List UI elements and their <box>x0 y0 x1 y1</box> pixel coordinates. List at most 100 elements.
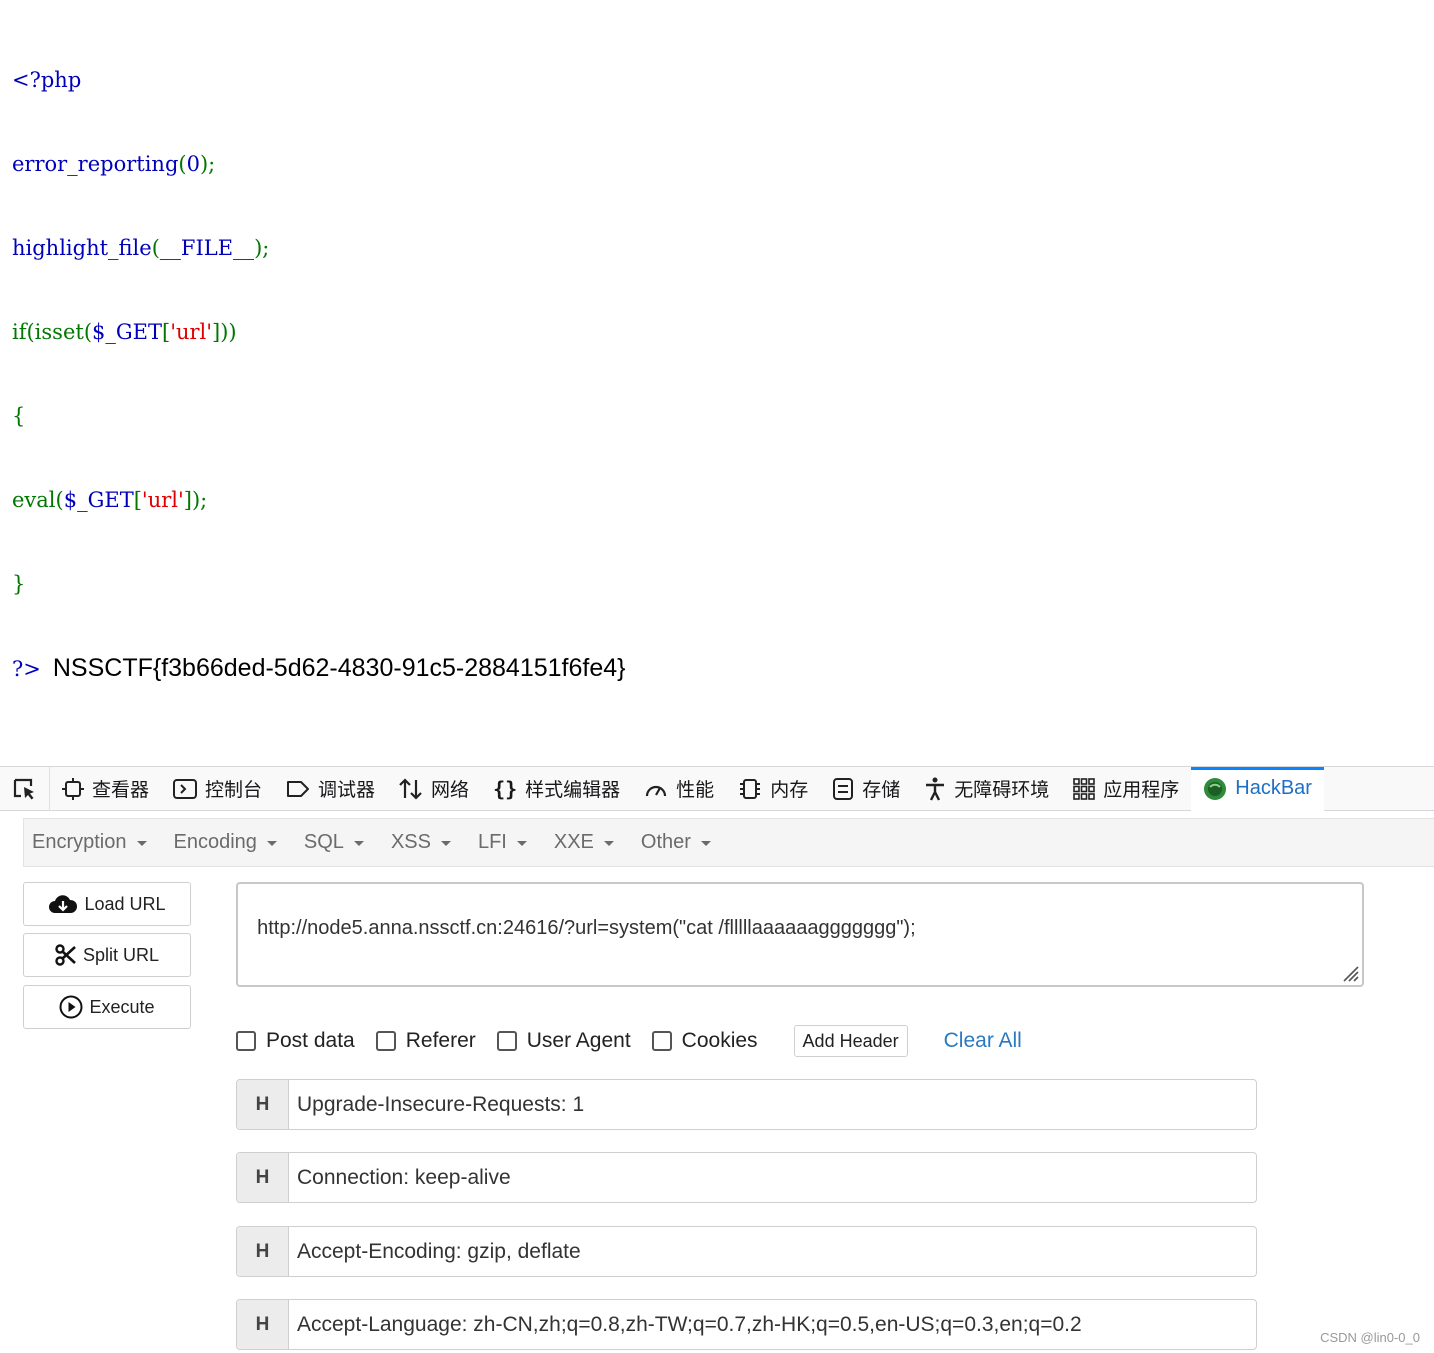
tab-storage[interactable]: 存储 <box>820 767 912 811</box>
checkbox-box[interactable] <box>651 1031 672 1051</box>
menu-label: Encryption <box>32 831 127 853</box>
header-row: H Upgrade-Insecure-Requests: 1 <box>236 1079 1257 1130</box>
flag-output: NSSCTF{f3b66ded-5d62-4830-91c5-2884151f6… <box>52 654 626 682</box>
inspector-icon <box>62 777 84 800</box>
header-key: H <box>237 1227 289 1276</box>
checkbox-label: Post data <box>266 1029 355 1052</box>
header-key: H <box>237 1080 289 1129</box>
code-bracket: [ <box>162 320 171 344</box>
code-brace: } <box>12 572 26 596</box>
tab-style-editor[interactable]: {} 样式编辑器 <box>481 767 632 811</box>
checkbox-label: Referer <box>405 1029 476 1052</box>
code-line-8: ?> NSSCTF{f3b66ded-5d62-4830-91c5-2884151… <box>12 654 626 683</box>
header-row: H Accept-Encoding: gzip, deflate <box>236 1226 1257 1277</box>
tab-hackbar[interactable]: HackBar <box>1191 766 1324 811</box>
execute-button[interactable]: Execute <box>23 985 191 1029</box>
referer-checkbox[interactable]: Referer <box>375 1029 476 1053</box>
code-fn-eval: eval( <box>12 488 64 512</box>
code-brace: { <box>12 404 26 428</box>
menu-lfi[interactable]: LFI <box>478 831 527 854</box>
hackbar-menu: Encryption Encoding SQL XSS LFI XXE Othe… <box>23 818 1434 867</box>
checkbox-box[interactable] <box>236 1031 256 1051</box>
code-line-7: } <box>12 570 626 598</box>
header-value-input[interactable]: Accept-Language: zh-CN,zh;q=0.8,zh-TW;q=… <box>289 1300 1082 1349</box>
code-var-get: $_GET <box>63 488 134 512</box>
tab-label: 样式编辑器 <box>525 779 621 801</box>
url-textarea[interactable]: http://node5.anna.nssctf.cn:24616/?url=s… <box>236 882 1364 987</box>
chevron-down-icon <box>440 841 451 846</box>
header-value-input[interactable]: Upgrade-Insecure-Requests: 1 <box>289 1080 584 1129</box>
code-bracket: ]); <box>183 488 208 512</box>
checkbox-label: Cookies <box>681 1029 758 1052</box>
cookies-checkbox[interactable]: Cookies <box>651 1029 758 1053</box>
tab-label: 内存 <box>770 779 809 801</box>
tab-performance[interactable]: 性能 <box>632 767 726 811</box>
header-key: H <box>237 1153 289 1202</box>
tab-label: 应用程序 <box>1103 779 1180 801</box>
load-url-label: Load URL <box>84 893 166 914</box>
header-key: H <box>237 1300 289 1349</box>
split-url-button[interactable]: Split URL <box>23 933 191 977</box>
tab-label: 查看器 <box>92 779 150 801</box>
code-string: 'url' <box>170 320 213 344</box>
checkbox-label: User Agent <box>526 1029 631 1052</box>
header-value-input[interactable]: Accept-Encoding: gzip, deflate <box>289 1227 581 1276</box>
scissors-icon <box>55 944 77 966</box>
console-icon <box>173 778 198 800</box>
tab-accessibility[interactable]: 无障碍环境 <box>912 767 1061 811</box>
tab-label: 存储 <box>862 779 901 801</box>
chevron-down-icon <box>353 841 364 846</box>
menu-label: XXE <box>553 831 594 853</box>
tab-network[interactable]: 网络 <box>387 767 481 811</box>
header-row: H Accept-Language: zh-CN,zh;q=0.8,zh-TW;… <box>236 1299 1257 1350</box>
menu-label: Encoding <box>173 831 257 853</box>
tab-console[interactable]: 控制台 <box>161 767 274 811</box>
resize-handle-icon[interactable] <box>1339 962 1359 982</box>
checkbox-box[interactable] <box>375 1031 396 1051</box>
header-value-input[interactable]: Connection: keep-alive <box>289 1153 511 1202</box>
execute-label: Execute <box>89 996 155 1017</box>
storage-icon <box>832 777 854 801</box>
watermark: CSDN @lin0-0_0 <box>1320 1330 1420 1345</box>
clear-all-link[interactable]: Clear All <box>944 1029 1022 1053</box>
load-url-button[interactable]: Load URL <box>23 882 191 926</box>
add-header-button[interactable]: Add Header <box>793 1025 908 1057</box>
php-source-view: <?php error_reporting(0); highlight_file… <box>12 10 626 711</box>
php-close-tag: ?> <box>12 657 41 681</box>
tab-debugger[interactable]: 调试器 <box>274 767 387 811</box>
tab-application[interactable]: 应用程序 <box>1061 767 1191 811</box>
code-line-4: if(isset($_GET['url'])) <box>12 318 626 346</box>
menu-sql[interactable]: SQL <box>304 831 364 854</box>
menu-xss[interactable]: XSS <box>391 831 451 854</box>
accessibility-icon <box>924 777 946 801</box>
style-editor-icon: {} <box>493 776 518 801</box>
menu-label: Other <box>640 831 691 853</box>
menu-label: SQL <box>303 831 344 853</box>
element-picker-button[interactable] <box>0 766 50 811</box>
chevron-down-icon <box>266 841 277 846</box>
tab-label: 控制台 <box>205 779 263 801</box>
tab-inspector[interactable]: 查看器 <box>50 767 161 811</box>
request-options: Post data Referer User Agent Cookies Add… <box>236 1024 1022 1058</box>
menu-other[interactable]: Other <box>641 831 711 854</box>
user-agent-checkbox[interactable]: User Agent <box>496 1029 631 1053</box>
code-paren: ( <box>178 152 187 176</box>
menu-xxe[interactable]: XXE <box>554 831 614 854</box>
code-line-6: eval($_GET['url']); <box>12 486 626 514</box>
checkbox-box[interactable] <box>496 1031 517 1051</box>
hackbar-icon <box>1203 777 1227 801</box>
play-circle-icon <box>59 995 83 1019</box>
chevron-down-icon <box>603 841 614 846</box>
code-if-isset: if(isset( <box>12 320 93 344</box>
menu-encoding[interactable]: Encoding <box>174 831 277 854</box>
performance-icon <box>644 778 668 800</box>
post-data-checkbox[interactable]: Post data <box>236 1029 355 1053</box>
tab-memory[interactable]: 内存 <box>726 767 820 811</box>
code-line-5: { <box>12 402 626 430</box>
chevron-down-icon <box>516 841 527 846</box>
chevron-down-icon <box>700 841 711 846</box>
header-row: H Connection: keep-alive <box>236 1152 1257 1203</box>
code-line-1: <?php <box>12 66 626 94</box>
menu-encryption[interactable]: Encryption <box>32 831 147 854</box>
code-line-3: highlight_file(__FILE__); <box>12 234 626 262</box>
